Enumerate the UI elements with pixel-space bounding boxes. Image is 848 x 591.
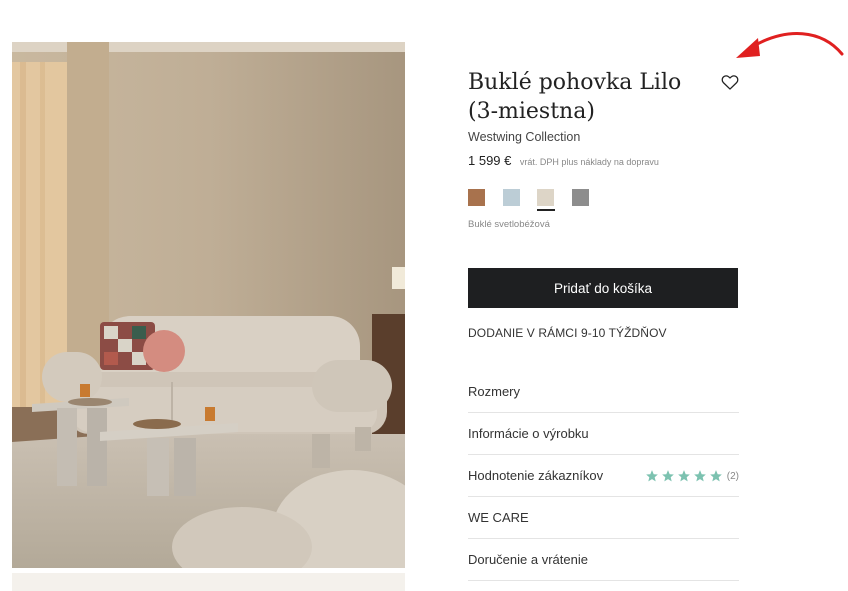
color-swatch-light-beige[interactable] (537, 189, 554, 206)
color-swatch-light-blue[interactable] (503, 189, 520, 206)
review-count: (2) (726, 470, 739, 482)
star-icon (677, 470, 690, 482)
star-icon (693, 470, 706, 482)
image-carousel-strip (12, 573, 405, 591)
accordion-label: Hodnotenie zákazníkov (468, 468, 604, 483)
selected-color-label: Buklé svetlobéžová (468, 219, 550, 230)
product-info-accordion: Rozmery Informácie o výrobku Hodnotenie … (468, 371, 739, 581)
add-to-cart-button[interactable]: Pridať do košíka (468, 268, 738, 308)
star-icon (661, 470, 674, 482)
star-icon (709, 470, 722, 482)
price-note: vrát. DPH plus náklady na dopravu (519, 157, 659, 167)
rating-stars: (2) (645, 455, 739, 497)
product-image[interactable] (12, 42, 405, 568)
accordion-label: Informácie o výrobku (468, 426, 589, 441)
star-icon (645, 470, 658, 482)
accordion-label: Rozmery (468, 384, 521, 399)
product-title: Buklé pohovka Lilo (3-miestna) (468, 70, 682, 124)
accordion-customer-reviews[interactable]: Hodnotenie zákazníkov (2) (468, 455, 739, 497)
accordion-product-info[interactable]: Informácie o výrobku (468, 413, 739, 455)
color-swatch-grey[interactable] (572, 189, 589, 206)
wishlist-heart-icon[interactable] (720, 72, 740, 92)
selected-swatch-indicator (537, 209, 555, 211)
price-row: 1 599 € vrát. DPH plus náklady na doprav… (468, 152, 659, 170)
accordion-label: WE CARE (468, 510, 529, 525)
color-swatch-brown[interactable] (468, 189, 485, 206)
brand-name[interactable]: Westwing Collection (468, 130, 580, 144)
accordion-we-care[interactable]: WE CARE (468, 497, 739, 539)
accordion-label: Doručenie a vrátenie (468, 552, 588, 567)
accordion-dimensions[interactable]: Rozmery (468, 371, 739, 413)
price: 1 599 € (468, 153, 512, 168)
accordion-delivery-returns[interactable]: Doručenie a vrátenie (468, 539, 739, 581)
annotation-arrow-icon (736, 32, 844, 58)
delivery-info: DODANIE V RÁMCI 9-10 TÝŽDŇOV (468, 326, 667, 340)
